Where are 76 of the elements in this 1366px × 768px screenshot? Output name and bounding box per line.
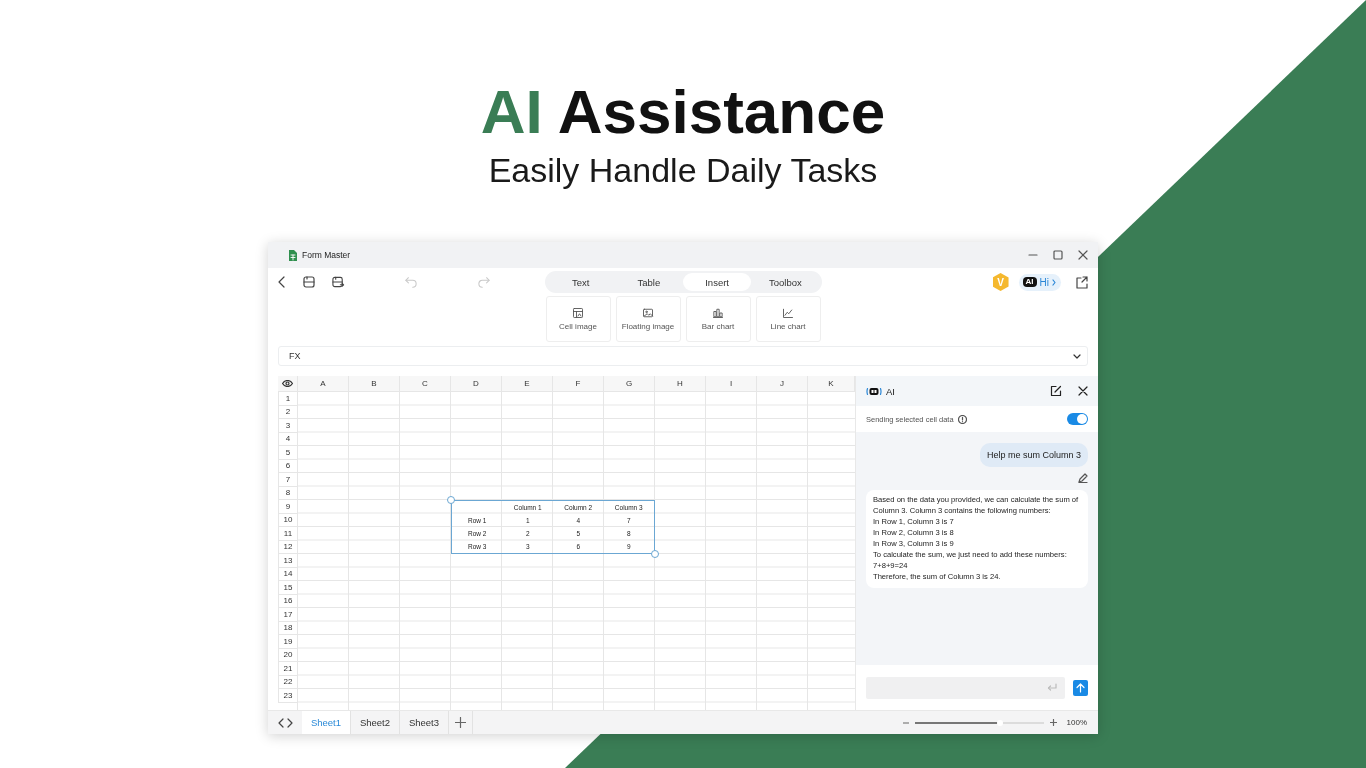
share-icon[interactable] [1075,275,1088,289]
column-header[interactable]: E [502,376,553,392]
column-header[interactable]: H [655,376,706,392]
back-icon[interactable] [278,276,286,288]
column-header[interactable]: K [808,376,855,392]
column-header[interactable]: J [757,376,808,392]
toggle-switch[interactable] [1067,413,1088,425]
save-as-icon[interactable] [332,276,345,288]
column-header[interactable]: B [349,376,400,392]
bar-chart-icon [712,307,724,319]
row-header[interactable]: 7 [278,473,298,487]
row-header[interactable]: 13 [278,554,298,568]
image-icon [642,307,654,319]
row-header[interactable]: 1 [278,392,298,406]
chevron-left-icon[interactable] [278,717,284,728]
message-field[interactable] [866,676,1065,699]
enter-icon [1047,683,1057,692]
cell-image-icon [572,307,584,319]
row-header[interactable]: 21 [278,662,298,676]
pencil-icon[interactable] [1078,473,1088,483]
window-title: Form Master [302,250,351,260]
ribbon-tab[interactable]: Toolbox [751,273,820,291]
floating-image-button[interactable]: Floating image [615,296,681,342]
arrow-up-icon [1076,682,1085,693]
page-subtitle: Easily Handle Daily Tasks [487,150,879,190]
info-icon[interactable] [957,414,967,424]
formula-bar[interactable]: FX [278,346,1088,366]
user-message: Help me sum Column 3 [979,443,1088,467]
line-chart-icon [782,307,794,319]
robot-icon [866,386,882,396]
ai-assistant-button[interactable]: AI Hi [1018,273,1061,291]
page-title: Assistance [557,77,886,146]
ai-badge: AI [1022,277,1037,287]
title-accent: AI [480,77,543,146]
row-header[interactable]: 23 [278,689,298,703]
chevron-right-icon[interactable] [287,717,293,728]
close-icon[interactable] [1078,250,1088,260]
ribbon-tab[interactable]: Table [614,273,683,291]
spreadsheet-file-icon [288,249,297,261]
eye-icon[interactable] [282,380,293,387]
plus-icon[interactable] [455,717,466,728]
sheet-tab[interactable]: Sheet2 [351,711,400,734]
row-header[interactable]: 9 [278,500,298,514]
sheet-tab[interactable]: Sheet1 [302,711,351,734]
row-header[interactable]: 5 [278,446,298,460]
row-header[interactable]: 3 [278,419,298,433]
zoom-reading: 100% [1066,718,1087,727]
save-icon[interactable] [303,276,315,288]
row-header[interactable]: 17 [278,608,298,622]
cell-image-button[interactable]: Cell image [545,296,611,342]
plus-icon[interactable] [1049,719,1057,726]
column-header[interactable]: I [706,376,757,392]
new-chat-icon[interactable] [1050,385,1062,397]
ribbon-tab[interactable]: Text [546,273,615,291]
column-header[interactable]: D [451,376,502,392]
column-header[interactable]: A [298,376,349,392]
column-header[interactable]: G [604,376,655,392]
send-button[interactable] [1073,679,1088,696]
close-icon[interactable] [1078,386,1088,396]
row-header[interactable]: 15 [278,581,298,595]
maximize-icon[interactable] [1053,250,1063,260]
zoom-slider[interactable] [914,718,1044,727]
resize-handle[interactable] [447,496,455,504]
ribbon-tab[interactable]: Insert [683,273,752,291]
chevron-right-icon [1052,278,1056,286]
column-header[interactable]: C [400,376,451,392]
chevron-down-icon[interactable] [1073,353,1081,359]
panel-title: AI [886,385,895,397]
sheet-tab[interactable]: Sheet3 [400,711,449,734]
row-header[interactable]: 19 [278,635,298,649]
formula-label: FX [289,351,301,361]
resize-handle[interactable] [651,550,659,558]
bar-chart-button[interactable]: Bar chart [685,296,751,342]
column-header[interactable]: F [553,376,604,392]
row-header[interactable]: 11 [278,527,298,541]
line-chart-button[interactable]: Line chart [755,296,821,342]
